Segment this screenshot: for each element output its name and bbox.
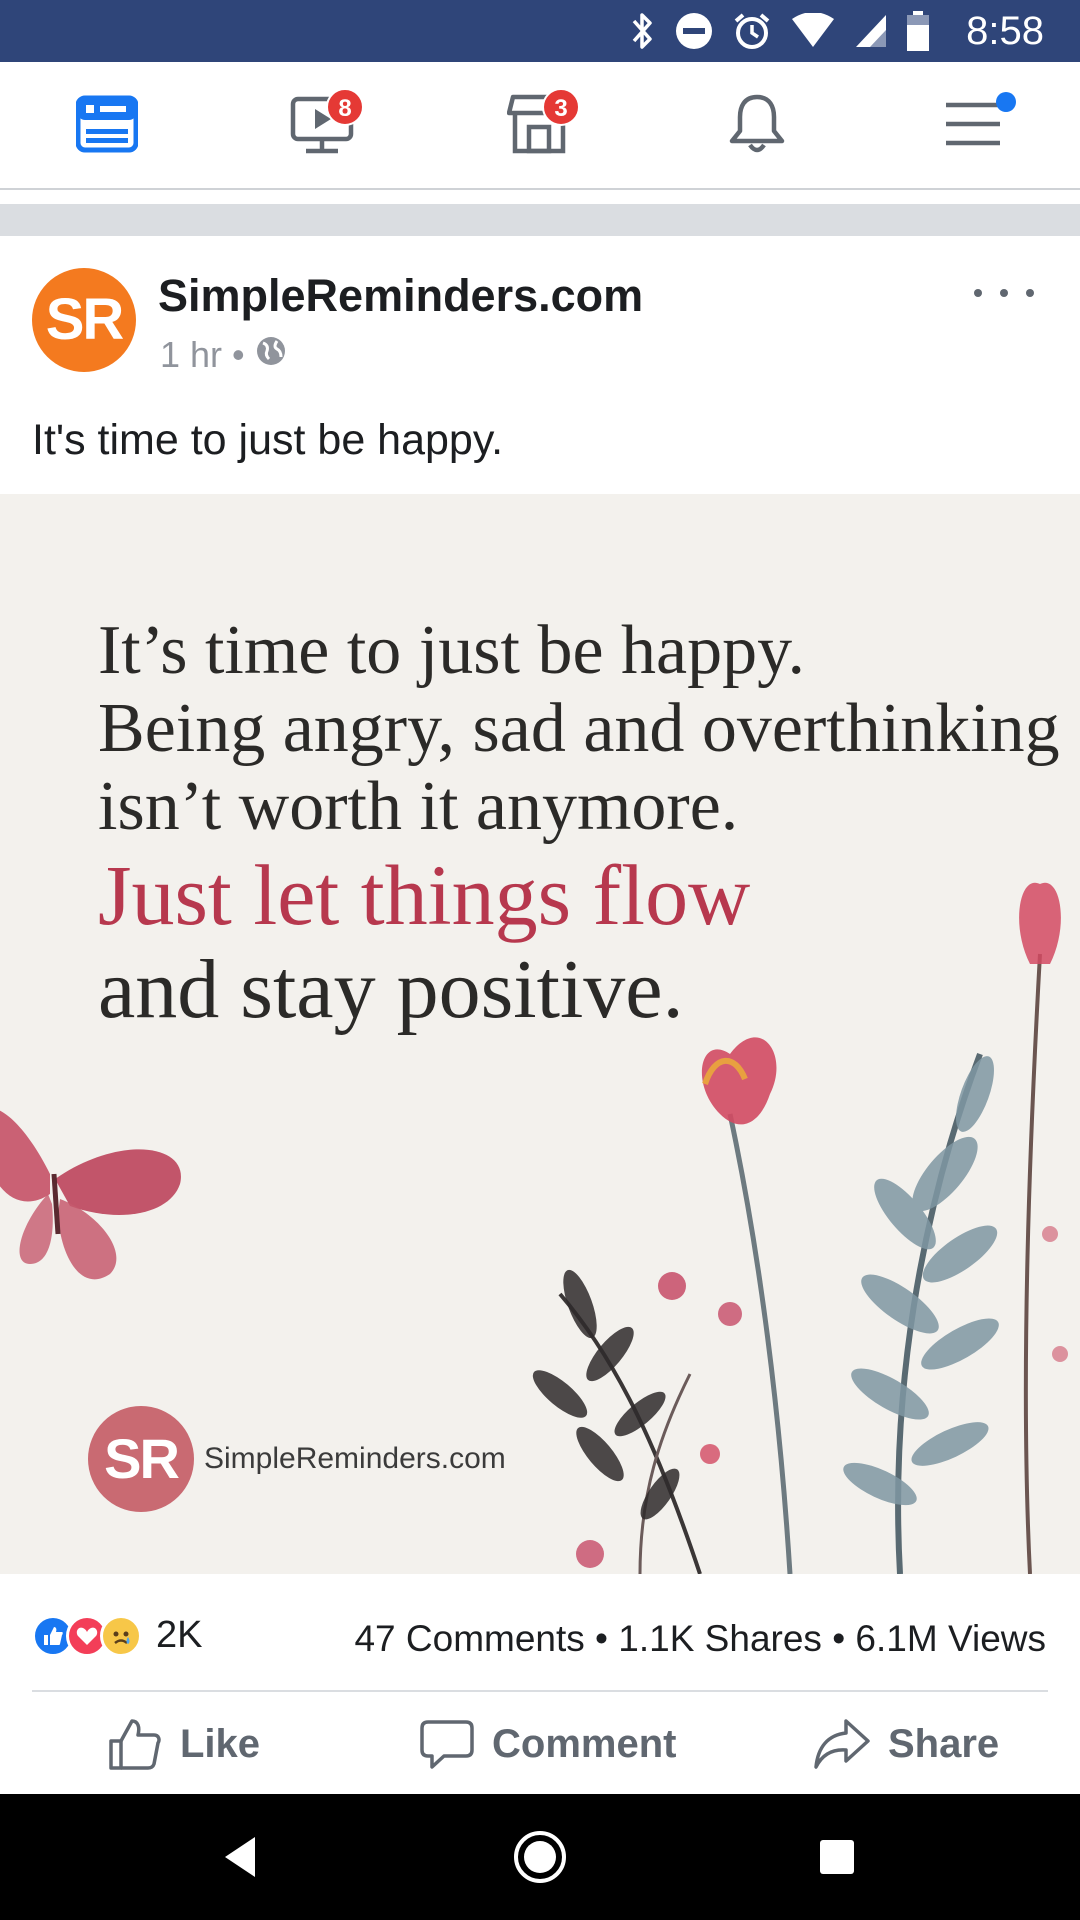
comment-button[interactable]: Comment xyxy=(420,1712,676,1776)
status-time: 8:58 xyxy=(966,9,1044,53)
menu-notification-dot xyxy=(996,92,1016,112)
top-nav: 8 3 xyxy=(0,62,1080,190)
comment-icon xyxy=(420,1717,474,1771)
do-not-disturb-icon xyxy=(674,11,714,51)
quote-line: Being angry, sad and overthinking xyxy=(98,690,1060,767)
wifi-icon xyxy=(790,13,836,49)
dot-icon xyxy=(974,289,982,297)
avatar[interactable]: SR xyxy=(32,268,136,372)
butterfly-illustration xyxy=(0,1110,181,1280)
meta-separator: • xyxy=(232,334,245,375)
image-logo: SR xyxy=(88,1406,194,1512)
dot-icon xyxy=(1000,289,1008,297)
quote-line: It’s time to just be happy. xyxy=(98,612,806,689)
status-icons xyxy=(630,8,930,54)
like-button[interactable]: Like xyxy=(108,1712,260,1776)
post-header: SR SimpleReminders.com 1 hr • xyxy=(0,236,1080,386)
reactions-summary[interactable]: 2K xyxy=(32,1614,202,1657)
tab-menu[interactable] xyxy=(928,84,1018,168)
thumbs-up-icon xyxy=(108,1717,162,1771)
signal-icon xyxy=(854,13,888,49)
bell-icon xyxy=(728,93,786,160)
status-bar: 8:58 xyxy=(0,0,1080,62)
menu-icon xyxy=(944,99,1002,154)
watch-badge: 8 xyxy=(326,88,364,126)
marketplace-badge: 3 xyxy=(542,88,580,126)
comment-label: Comment xyxy=(492,1721,677,1766)
share-label: Share xyxy=(888,1721,1000,1766)
recents-button[interactable] xyxy=(802,1824,872,1894)
quote-text: It’s time to just be happy. Being angry,… xyxy=(98,612,1060,1036)
android-nav-bar xyxy=(0,1794,1080,1920)
post-stats: 2K 47 Comments • 1.1K Shares • 6.1M View… xyxy=(0,1574,1080,1692)
tab-news-feed[interactable] xyxy=(62,84,152,168)
home-icon xyxy=(512,1829,568,1890)
post-text: It's time to just be happy. xyxy=(32,416,504,464)
post-actions: Like Comment Share xyxy=(0,1692,1080,1792)
like-label: Like xyxy=(180,1721,261,1766)
tab-notifications[interactable] xyxy=(712,84,802,168)
quote-accent-line: Just let things flow xyxy=(98,847,751,943)
globe-icon xyxy=(255,334,287,376)
dot-icon xyxy=(1026,289,1034,297)
reaction-count: 2K xyxy=(156,1614,203,1656)
sad-reaction-icon xyxy=(100,1614,142,1657)
share-button[interactable]: Share xyxy=(814,1712,999,1776)
engagement-stats[interactable]: 47 Comments • 1.1K Shares • 6.1M Views xyxy=(354,1618,1046,1660)
post-time[interactable]: 1 hr xyxy=(160,334,222,376)
alarm-icon xyxy=(732,11,772,51)
battery-icon xyxy=(906,11,930,51)
post-meta: 1 hr • xyxy=(160,334,287,376)
tab-marketplace[interactable]: 3 xyxy=(494,84,584,168)
quote-line: and stay positive. xyxy=(98,943,684,1036)
image-site-name: SimpleReminders.com xyxy=(204,1442,506,1475)
more-options-button[interactable] xyxy=(974,278,1034,308)
back-icon xyxy=(221,1835,261,1884)
news-feed-icon xyxy=(75,95,139,158)
quote-line: isn’t worth it anymore. xyxy=(98,768,739,845)
bluetooth-icon xyxy=(630,11,656,51)
share-icon xyxy=(814,1717,870,1771)
post: SR SimpleReminders.com 1 hr • It's time … xyxy=(0,236,1080,464)
feed-separator xyxy=(0,204,1080,236)
post-image[interactable]: It’s time to just be happy. Being angry,… xyxy=(0,494,1080,1574)
back-button[interactable] xyxy=(206,1824,276,1894)
recents-icon xyxy=(818,1838,856,1881)
page-name[interactable]: SimpleReminders.com xyxy=(158,270,643,322)
home-button[interactable] xyxy=(505,1824,575,1894)
tab-watch[interactable]: 8 xyxy=(278,84,368,168)
